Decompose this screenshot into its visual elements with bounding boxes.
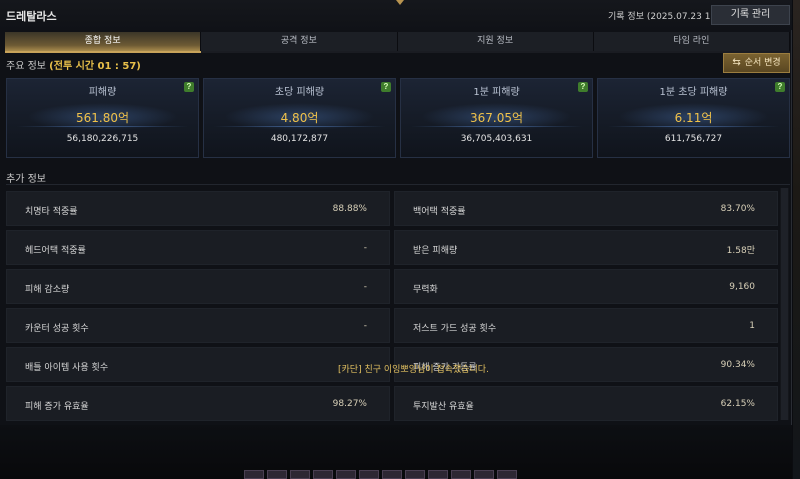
order-change-label: 순서 변경 [744, 58, 781, 68]
card-raw-value: 611,756,727 [664, 134, 723, 144]
stat-row: 치명타 적중률 88.88% [6, 191, 390, 226]
tab-bar: 종합 정보 공격 정보 지원 정보 타임 라인 [5, 32, 790, 51]
stats-scrollbar[interactable] [780, 188, 789, 420]
battle-record-window: 드레탈라스 기록 정보 (2025.07.23 19:47:55) 기록 관리 … [0, 0, 792, 479]
record-manage-button[interactable]: 기록 관리 [711, 5, 790, 25]
skill-hotbar [244, 470, 544, 479]
stat-value: 90.34% [720, 360, 755, 370]
card-title: 초당 피해량 [274, 87, 325, 98]
stat-row: 무력화 9,160 [394, 269, 778, 304]
card-value: 6.11억 [674, 111, 713, 125]
damage-cards: 피해량 ? 561.80억 56,180,226,715 초당 피해량 ? 4.… [6, 78, 790, 158]
stat-label: 배틀 아이템 사용 횟수 [25, 363, 109, 373]
stat-row: 카운터 성공 횟수 - [6, 308, 390, 343]
stat-label: 피해 증가 유효율 [25, 402, 89, 412]
stat-label: 헤드어택 적중률 [25, 246, 86, 256]
stat-label: 백어택 적중률 [413, 207, 466, 217]
one-minute-dps-card: 1분 초당 피해량 ? 6.11억 611,756,727 [597, 78, 790, 158]
help-icon[interactable]: ? [775, 82, 785, 92]
system-message: [카단] 친구 이잉뽀잉님이 접속했습니다. [338, 365, 489, 375]
stat-row: 배틀 아이템 사용 횟수 [6, 347, 390, 382]
stat-value: 1 [749, 321, 755, 331]
stat-value: 88.88% [332, 204, 367, 214]
card-value: 561.80억 [75, 111, 130, 125]
extra-info-header: 추가 정보 [6, 174, 46, 185]
card-value: 4.80억 [280, 111, 319, 125]
stat-value: 98.27% [332, 399, 367, 409]
tab-attack[interactable]: 공격 정보 [201, 32, 398, 51]
stat-label: 무력화 [413, 285, 438, 295]
stat-value: - [363, 282, 367, 292]
tab-timeline[interactable]: 타임 라인 [593, 32, 790, 51]
skill-slot[interactable] [405, 470, 425, 479]
card-raw-value: 480,172,877 [270, 134, 329, 144]
tab-support[interactable]: 지원 정보 [397, 32, 594, 51]
stat-value: - [363, 243, 367, 253]
stat-row: 피해 감소량 - [6, 269, 390, 304]
title-bar: 드레탈라스 기록 정보 (2025.07.23 19:47:55) 기록 관리 [0, 0, 792, 30]
divider [6, 184, 790, 185]
tab-summary[interactable]: 종합 정보 [5, 32, 202, 51]
stat-value: 83.70% [720, 204, 755, 214]
skill-slot[interactable] [336, 470, 356, 479]
skill-slot[interactable] [474, 470, 494, 479]
game-background-edge [793, 0, 800, 479]
stat-value: - [363, 321, 367, 331]
skill-slot[interactable] [451, 470, 471, 479]
stat-row: 피해 증가 유효율 98.27% [6, 386, 390, 421]
skill-slot[interactable] [359, 470, 379, 479]
top-ornament-icon [380, 0, 420, 5]
swap-icon: ⇆ [732, 57, 741, 68]
skill-slot[interactable] [382, 470, 402, 479]
damage-card: 피해량 ? 561.80억 56,180,226,715 [6, 78, 199, 158]
dps-card: 초당 피해량 ? 4.80억 480,172,877 [203, 78, 396, 158]
order-change-button[interactable]: ⇆ 순서 변경 [723, 53, 790, 73]
stats-grid: 치명타 적중률 88.88% 백어택 적중률 83.70% 헤드어택 적중률 - 받은… [6, 191, 778, 421]
scrollbar-thumb[interactable] [781, 188, 788, 420]
skill-slot[interactable] [497, 470, 517, 479]
card-title: 1분 피해량 [473, 87, 520, 98]
stat-row: 투지발산 유효율 62.15% [394, 386, 778, 421]
stat-label: 받은 피해량 [413, 246, 458, 256]
skill-slot[interactable] [267, 470, 287, 479]
card-raw-value: 56,180,226,715 [66, 134, 139, 144]
stat-label: 투지발산 유효율 [413, 402, 474, 412]
stat-row: 받은 피해량 1.58만 [394, 230, 778, 265]
main-info-label: 주요 정보 [6, 61, 46, 72]
help-icon[interactable]: ? [578, 82, 588, 92]
stat-row: 헤드어택 적중률 - [6, 230, 390, 265]
one-minute-damage-card: 1분 피해량 ? 367.05억 36,705,403,631 [400, 78, 593, 158]
stat-label: 카운터 성공 횟수 [25, 324, 89, 334]
stat-label: 저스트 가드 성공 횟수 [413, 324, 497, 334]
skill-slot[interactable] [428, 470, 448, 479]
stat-value: 1.58만 [726, 246, 755, 256]
stat-label: 치명타 적중률 [25, 207, 78, 217]
help-icon[interactable]: ? [184, 82, 194, 92]
stat-label: 피해 감소량 [25, 285, 70, 295]
card-raw-value: 36,705,403,631 [460, 134, 533, 144]
battle-time: (전투 시간 01 : 57) [49, 61, 141, 72]
card-title: 1분 초당 피해량 [659, 87, 728, 98]
stat-row: 저스트 가드 성공 횟수 1 [394, 308, 778, 343]
stat-row: 백어택 적중률 83.70% [394, 191, 778, 226]
card-value: 367.05억 [469, 111, 524, 125]
window-title: 드레탈라스 [6, 11, 57, 23]
skill-slot[interactable] [313, 470, 333, 479]
main-info-header: 주요 정보 (전투 시간 01 : 57) [6, 57, 141, 72]
tab-underline [5, 51, 790, 53]
help-icon[interactable]: ? [381, 82, 391, 92]
skill-slot[interactable] [290, 470, 310, 479]
stat-value: 62.15% [720, 399, 755, 409]
card-title: 피해량 [88, 87, 117, 98]
skill-slot[interactable] [244, 470, 264, 479]
stat-value: 9,160 [729, 282, 755, 292]
